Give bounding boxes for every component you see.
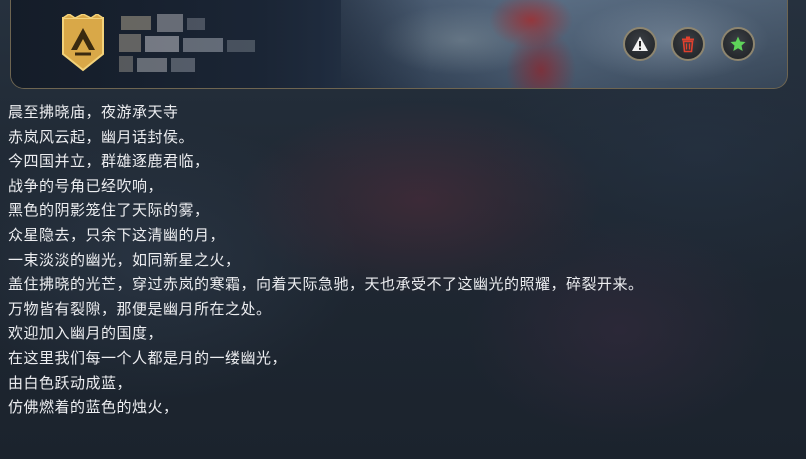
message-line: 晨至拂晓庙，夜游承天寺	[8, 103, 179, 121]
message-line: 在这里我们每一个人都是月的一缕幽光，	[8, 348, 288, 367]
trash-icon	[682, 36, 694, 53]
report-button[interactable]	[623, 27, 657, 61]
message-line: 盖住拂晓的光芒，穿过赤岚的寒霜，向着天际急驰，天也承受不了这幽光的照耀，碎裂开来…	[8, 275, 644, 294]
delete-button[interactable]	[671, 27, 705, 61]
warning-icon	[632, 36, 648, 51]
message-line: 黑色的阴影笼住了天际的雾，	[8, 201, 210, 220]
favorite-button[interactable]	[721, 27, 755, 61]
message-line: 万物皆有裂隙，那便是幽月所在之处。	[8, 299, 272, 318]
shield-banner-icon	[55, 13, 111, 74]
message-line: 众星隐去，只余下这清幽的月，	[8, 225, 226, 244]
message-line: 战争的号角已经吹响，	[8, 176, 164, 195]
message-line: 一束淡淡的幽光，如同新星之火，	[8, 250, 241, 269]
message-line: 由白色跃动成蓝，	[8, 373, 133, 392]
message-body: 晨至拂晓庙，夜游承天寺 赤岚风云起，幽月话封侯。 今四国并立，群雄逐鹿君临， 战…	[8, 100, 644, 420]
message-line: 欢迎加入幽月的国度，	[8, 324, 164, 343]
star-icon	[730, 36, 746, 51]
message-line: 今四国并立，群雄逐鹿君临，	[8, 152, 210, 171]
message-line: 赤岚风云起，幽月话封侯。	[8, 127, 195, 146]
message-line: 仿佛燃着的蓝色的烛火，	[8, 398, 179, 417]
obscured-guild-name	[119, 14, 259, 76]
guild-header-banner	[10, 0, 788, 89]
